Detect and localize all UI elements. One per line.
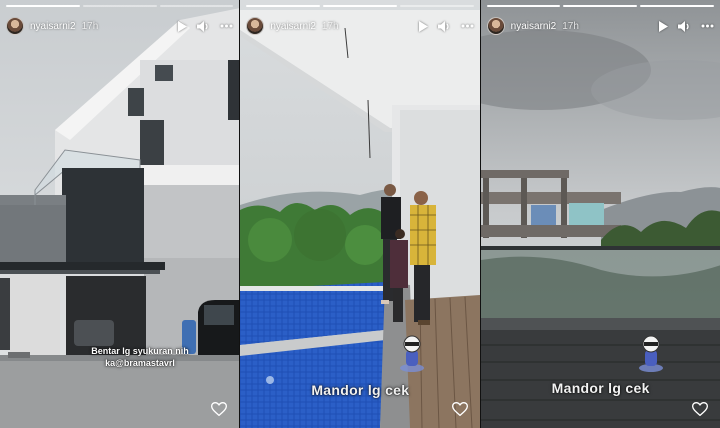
progress-bars <box>6 5 234 7</box>
timestamp: 17h <box>81 20 99 32</box>
username[interactable]: nyaisarni2 <box>270 21 316 32</box>
more-icon[interactable] <box>701 24 714 28</box>
story-header: nyaisarni2 17h <box>486 15 714 37</box>
volume-icon[interactable] <box>437 20 451 32</box>
heart-icon[interactable] <box>691 402 708 416</box>
story-panel-3[interactable]: nyaisarni2 17h Mandor lg cek <box>479 0 720 428</box>
progress-segment <box>399 5 474 7</box>
progress-segment <box>323 5 397 7</box>
progress-segment <box>640 5 714 7</box>
progress-segment <box>486 5 561 7</box>
story-panel-1[interactable]: nyaisarni2 17h Bentar lg syukuran nih ka… <box>0 0 240 428</box>
story-image-balcony-view <box>480 0 720 428</box>
volume-icon[interactable] <box>677 20 691 32</box>
progress-segment <box>159 5 234 7</box>
progress-segment <box>246 5 321 7</box>
heart-icon[interactable] <box>451 402 468 416</box>
story-panel-2[interactable]: nyaisarni2 17h Mandor lg cek <box>239 0 480 428</box>
story-caption: Bentar lg syukuran nih ka@bramastavrl <box>91 346 189 368</box>
timestamp: 17h <box>321 20 339 32</box>
username[interactable]: nyaisarni2 <box>511 21 557 32</box>
heart-icon[interactable] <box>211 402 228 416</box>
story-header: nyaisarni2 17h <box>246 15 474 37</box>
volume-icon[interactable] <box>197 20 210 32</box>
progress-segment <box>563 5 638 7</box>
more-icon[interactable] <box>461 24 474 28</box>
progress-segment <box>6 5 80 7</box>
timestamp: 17h <box>562 20 579 32</box>
avatar[interactable] <box>6 17 24 35</box>
story-strip: nyaisarni2 17h Bentar lg syukuran nih ka… <box>0 0 720 428</box>
progress-bars <box>246 5 474 7</box>
story-image-pool <box>240 0 480 428</box>
avatar[interactable] <box>486 17 505 35</box>
more-icon[interactable] <box>220 24 233 28</box>
story-header: nyaisarni2 17h <box>6 15 233 37</box>
avatar[interactable] <box>246 17 265 35</box>
play-icon[interactable] <box>658 20 668 32</box>
sticker-icon <box>398 334 426 379</box>
username[interactable]: nyaisarni2 <box>30 21 76 32</box>
progress-bars <box>486 5 714 7</box>
play-icon[interactable] <box>178 20 188 32</box>
story-caption: Mandor lg cek <box>311 382 410 398</box>
play-icon[interactable] <box>418 20 428 32</box>
sticker-icon <box>637 334 665 379</box>
progress-segment <box>82 5 157 7</box>
story-caption: Mandor lg cek <box>551 380 650 396</box>
